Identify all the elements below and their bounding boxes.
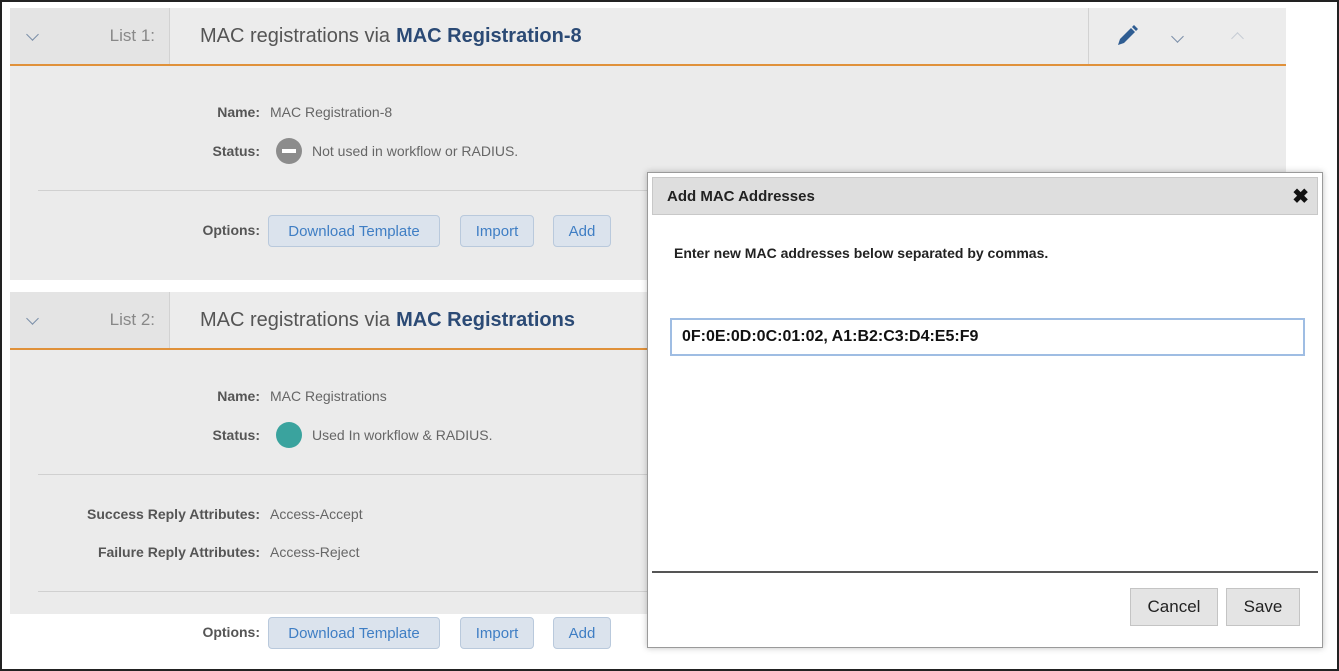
pencil-icon[interactable] [1113,22,1141,50]
failure-value: Access-Reject [270,544,360,560]
dialog-header: Add MAC Addresses ✖ [652,177,1318,215]
name-value: MAC Registration-8 [270,104,393,120]
move-down-icon[interactable] [1171,28,1184,46]
success-label: Success Reply Attributes: [87,506,260,522]
dialog-title: Add MAC Addresses [667,187,815,205]
name-row-2: Name: MAC Registrations [10,388,387,404]
failure-row: Failure Reply Attributes: Access-Reject [10,544,360,560]
app-frame: List 1: MAC registrations via MAC Regist… [0,0,1339,671]
list-title-prefix: MAC registrations via [200,24,391,47]
status-value: Not used in workflow or RADIUS. [312,143,519,159]
name-label: Name: [217,104,260,120]
options-row-2: Options: [10,624,260,640]
close-icon[interactable]: ✖ [1292,184,1309,209]
add-button[interactable]: Add [553,617,611,649]
cancel-button[interactable]: Cancel [1130,588,1218,626]
dialog-instruction: Enter new MAC addresses below separated … [674,245,1049,261]
status-row-1: Status: Not used in workflow or RADIUS. [10,138,518,164]
options-row-1: Options: [10,222,260,238]
divider [38,190,658,191]
status-label: Status: [212,143,260,159]
download-template-button[interactable]: Download Template [268,617,440,649]
import-button[interactable]: Import [460,617,534,649]
chevron-down-icon [25,27,39,41]
failure-label: Failure Reply Attributes: [97,544,260,560]
success-row: Success Reply Attributes: Access-Accept [10,506,363,522]
status-label: Status: [212,427,260,443]
status-row-2: Status: Used In workflow & RADIUS. [10,422,493,448]
collapse-toggle-2[interactable] [10,292,54,348]
name-row-1: Name: MAC Registration-8 [10,104,392,120]
mac-address-input[interactable] [670,318,1305,356]
divider [38,591,658,592]
status-used-icon [276,422,302,448]
list-title-1: MAC registrations via MAC Registration-8 [200,8,582,64]
status-unused-icon [276,138,302,164]
status-value: Used In workflow & RADIUS. [312,427,493,443]
add-button[interactable]: Add [553,215,611,247]
import-button[interactable]: Import [460,215,534,247]
name-value: MAC Registrations [270,388,387,404]
list-number-1: List 1: [54,8,170,64]
name-label: Name: [217,388,260,404]
list-header-1: List 1: MAC registrations via MAC Regist… [10,8,1286,66]
options-label: Options: [202,624,260,640]
dialog-divider [652,571,1318,573]
add-mac-dialog: Add MAC Addresses ✖ Enter new MAC addres… [647,172,1323,648]
list-title-name: MAC Registrations [396,308,575,331]
divider [38,474,658,475]
list-title-name: MAC Registration-8 [396,24,582,47]
list-title-prefix: MAC registrations via [200,308,391,331]
list-number-2: List 2: [54,292,170,348]
move-up-icon[interactable] [1231,28,1244,48]
success-value: Access-Accept [270,506,363,522]
options-label: Options: [202,222,260,238]
chevron-down-icon [25,311,39,325]
download-template-button[interactable]: Download Template [268,215,440,247]
list-title-2: MAC registrations via MAC Registrations [200,292,575,348]
save-button[interactable]: Save [1226,588,1300,626]
list-actions-1 [1088,8,1286,64]
collapse-toggle-1[interactable] [10,8,54,64]
